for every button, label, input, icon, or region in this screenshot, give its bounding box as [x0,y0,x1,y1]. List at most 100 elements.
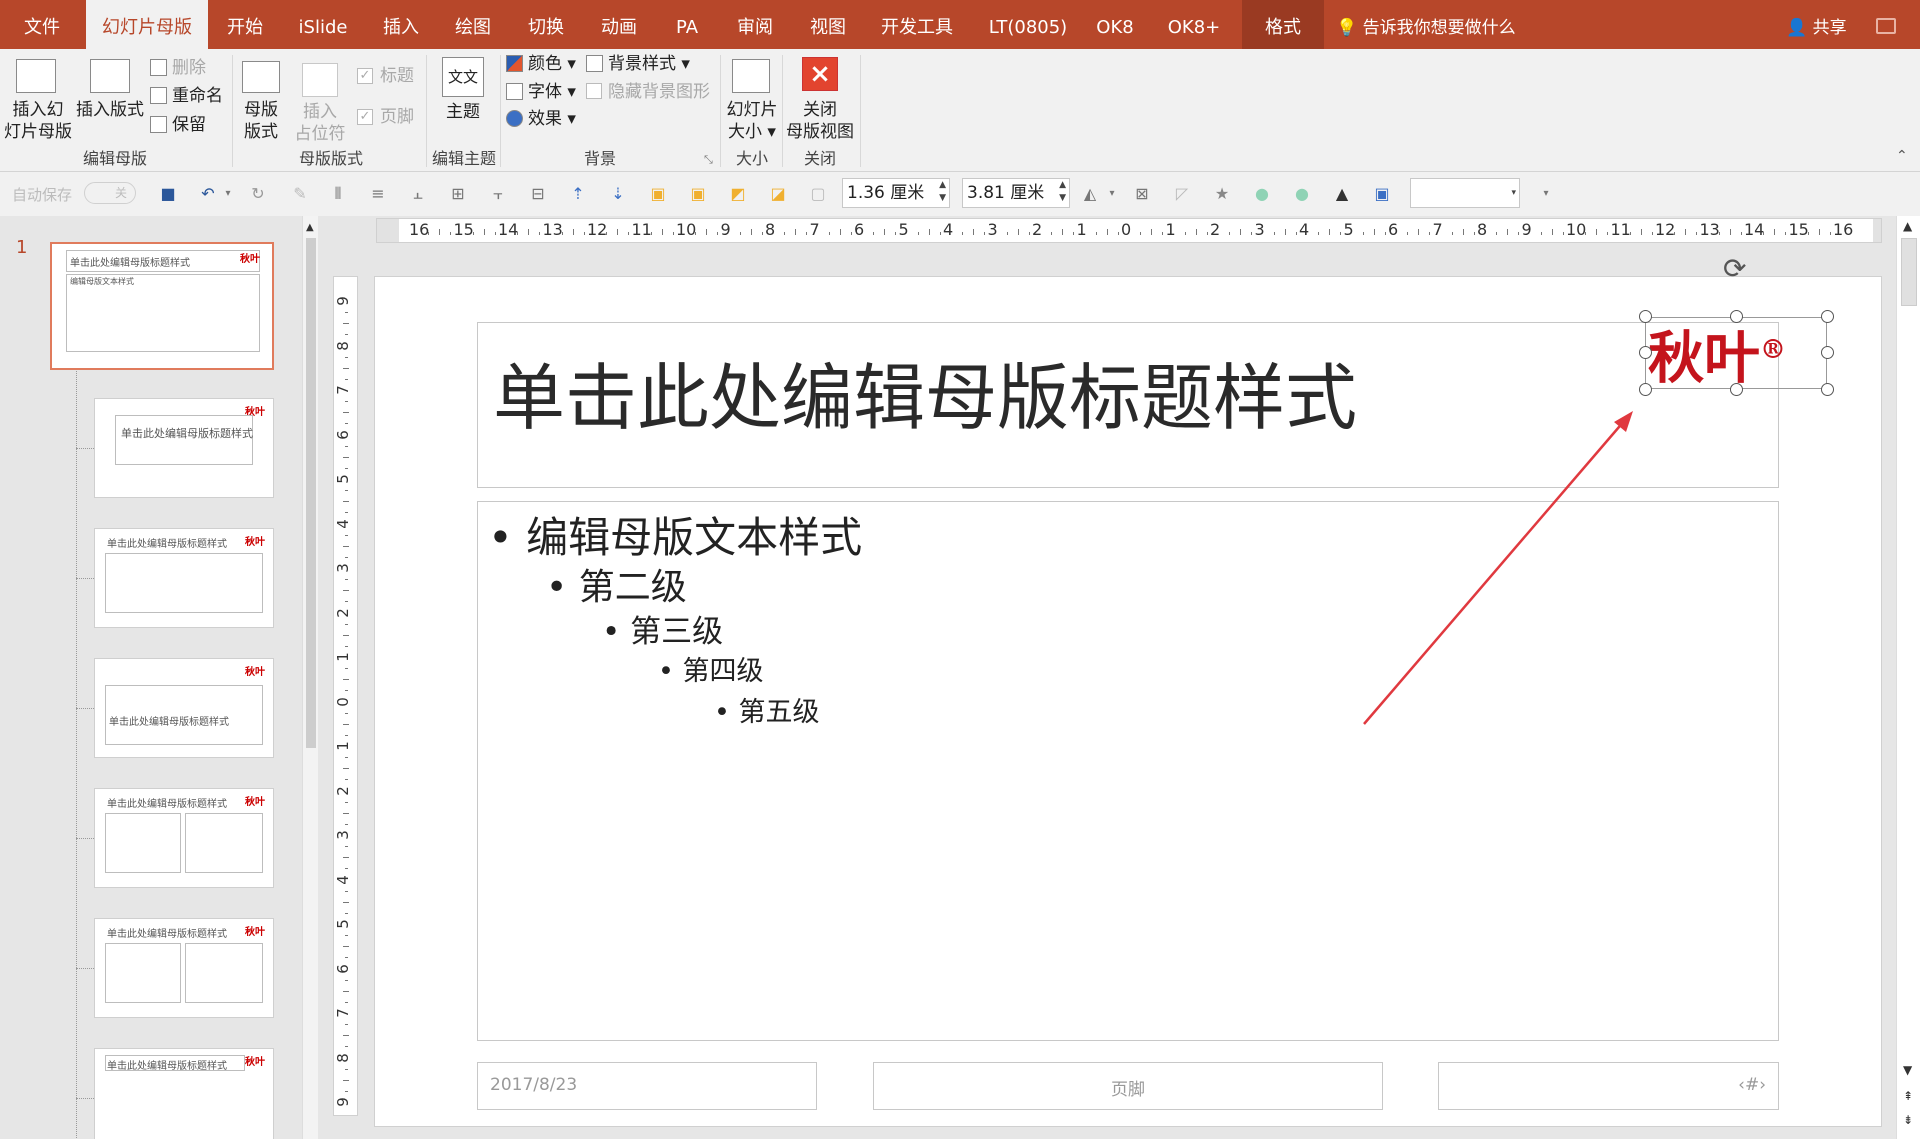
redo-icon[interactable]: ↻ [248,184,268,204]
ungroup-icon[interactable]: ▣ [688,184,708,204]
height-spinner[interactable]: 1.36 厘米 ▲ ▼ [842,178,950,208]
fill-dropdown-icon[interactable]: ▾ [1102,184,1122,204]
insert-layout-button[interactable]: 插入版式 [74,99,146,121]
tab-pa[interactable]: PA [664,0,710,49]
close-master-view-button[interactable]: 关闭 母版视图 [784,99,856,143]
align-center-icon[interactable]: ≡ [368,184,388,204]
resize-handle-tl[interactable] [1639,310,1652,323]
resize-handle-b[interactable] [1730,383,1743,396]
align-left-icon[interactable]: ⫴ [328,184,348,204]
align-bottom-icon[interactable]: ⫠ [408,184,428,204]
theme-button[interactable]: 主题 [438,101,488,123]
resize-handle-tr[interactable] [1821,310,1834,323]
tab-insert[interactable]: 插入 [370,0,432,49]
scroll-down-icon[interactable]: ▼ [1903,1060,1912,1080]
bring-forward-icon[interactable]: ⇡ [568,184,588,204]
main-scrollbar[interactable]: ▲ ▼ ⇞ ⇟ [1896,216,1920,1139]
undo-dropdown-icon[interactable]: ▾ [218,184,238,204]
thumbnail-layout-content[interactable]: 单击此处编辑母版标题样式 秋叶 [94,528,274,628]
logo-image[interactable]: 秋叶® [1648,314,1786,395]
circle-teal-icon[interactable]: ● [1292,184,1312,204]
style-dropdown[interactable]: ▾ [1410,178,1520,208]
ruler-tick [895,232,897,235]
thumbnail-master[interactable]: 单击此处编辑母版标题样式 秋叶 编辑母版文本样式 [50,242,274,370]
footer-checkbox[interactable]: ✓ [357,109,373,125]
resize-handle-r[interactable] [1821,346,1834,359]
thumbnail-layout-title[interactable]: 秋叶 单击此处编辑母版标题样式 [94,398,274,498]
align-middle-icon[interactable]: ⊟ [528,184,548,204]
tab-animations[interactable]: 动画 [588,0,650,49]
hide-background-checkbox[interactable] [586,83,602,99]
insert-placeholder-button[interactable]: 插入 占位符 [290,101,350,145]
tell-me-search[interactable]: 💡 告诉我你想要做什么 [1336,0,1516,49]
fill-color-icon[interactable]: ◭ [1080,184,1100,204]
insert-slide-master-button[interactable]: 插入幻 灯片母版 [2,99,74,143]
group-icon[interactable]: ▣ [648,184,668,204]
shape-outline-icon[interactable]: ⊠ [1132,184,1152,204]
scroll-up-icon[interactable]: ▲ [1903,216,1912,236]
thumbnail-layout-comparison[interactable]: 单击此处编辑母版标题样式 秋叶 [94,918,274,1018]
main-scroll-thumb[interactable] [1901,238,1917,306]
thumbnail-scroll-thumb[interactable] [306,238,316,748]
next-slide-icon[interactable]: ⇟ [1903,1110,1913,1130]
delete-button[interactable]: 删除 [172,57,206,79]
ruler-tick [661,229,663,235]
scroll-up-icon[interactable]: ▲ [306,218,314,238]
title-checkbox[interactable]: ✓ [357,68,373,84]
picture-icon[interactable]: ▣ [1372,184,1392,204]
mountain-icon[interactable]: ▲ [1332,184,1352,204]
fonts-dropdown[interactable]: 字体 ▾ [528,81,576,103]
tab-slide-master[interactable]: 幻灯片母版 [86,0,208,50]
colors-dropdown[interactable]: 颜色 ▾ [528,53,576,75]
insert-placeholder-icon [302,63,338,97]
save-icon[interactable]: ■ [158,184,178,204]
width-spinner[interactable]: 3.81 厘米 ▲ ▼ [962,178,1070,208]
tab-ok8plus[interactable]: OK8+ [1164,0,1224,49]
collapse-ribbon-icon[interactable]: ⌃ [1896,145,1908,167]
preserve-button[interactable]: 保留 [172,114,206,136]
tab-view[interactable]: 视图 [797,0,859,49]
background-styles-dropdown[interactable]: 背景样式 ▾ [608,53,690,75]
tab-transitions[interactable]: 切换 [515,0,577,49]
effects-dropdown[interactable]: 效果 ▾ [528,108,576,130]
share-button[interactable]: 👤 共享 [1786,0,1847,49]
background-dialog-launcher-icon[interactable]: ⤡ [704,149,713,171]
resize-handle-bl[interactable] [1639,383,1652,396]
rotate-handle-icon[interactable]: ⟳ [1723,252,1746,285]
thumbnail-layout-title-only[interactable]: 单击此处编辑母版标题样式 秋叶 [94,1048,274,1139]
tab-ok8[interactable]: OK8 [1090,0,1140,49]
resize-handle-br[interactable] [1821,383,1834,396]
circle-green-icon[interactable]: ● [1252,184,1272,204]
resize-handle-t[interactable] [1730,310,1743,323]
send-backward-icon[interactable]: ⇣ [608,184,628,204]
thumbnail-layout-section[interactable]: 秋叶 单击此处编辑母版标题样式 [94,658,274,758]
customize-qat-icon[interactable]: ▾ [1536,184,1556,204]
master-layout-button[interactable]: 母版 版式 [236,99,286,143]
distribute-h-icon[interactable]: ⊞ [448,184,468,204]
rename-button[interactable]: 重命名 [172,85,223,107]
tab-draw[interactable]: 绘图 [442,0,504,49]
shape-effects-icon[interactable]: ◸ [1172,184,1192,204]
tab-file[interactable]: 文件 [0,0,84,49]
slide-title[interactable]: 单击此处编辑母版标题样式 [493,355,1357,441]
tab-format[interactable]: 格式 [1242,0,1324,49]
previous-slide-icon[interactable]: ⇞ [1903,1086,1913,1106]
align-top-icon[interactable]: ⫟ [488,184,508,204]
resize-handle-l[interactable] [1639,346,1652,359]
tab-review[interactable]: 审阅 [724,0,786,49]
undo-icon[interactable]: ↶ [198,184,218,204]
autosave-toggle[interactable]: 关 [84,182,136,204]
tab-developer[interactable]: 开发工具 [876,0,958,49]
star-icon[interactable]: ★ [1212,184,1232,204]
rotate-icon[interactable]: ◩ [728,184,748,204]
tab-islide[interactable]: iSlide [290,0,356,49]
comments-icon[interactable] [1876,18,1896,34]
format-painter-icon[interactable]: ✎ [290,184,310,204]
tab-home[interactable]: 开始 [214,0,276,49]
selection-pane-icon[interactable]: ◪ [768,184,788,204]
thumbnail-layout-two-content[interactable]: 单击此处编辑母版标题样式 秋叶 [94,788,274,888]
crop-icon[interactable]: ▢ [808,184,828,204]
tab-lt0805[interactable]: LT(0805) [980,0,1076,49]
slide-size-button[interactable]: 幻灯片 大小 ▾ [722,99,782,143]
thumbnail-scrollbar[interactable]: ▲ [302,216,318,1139]
